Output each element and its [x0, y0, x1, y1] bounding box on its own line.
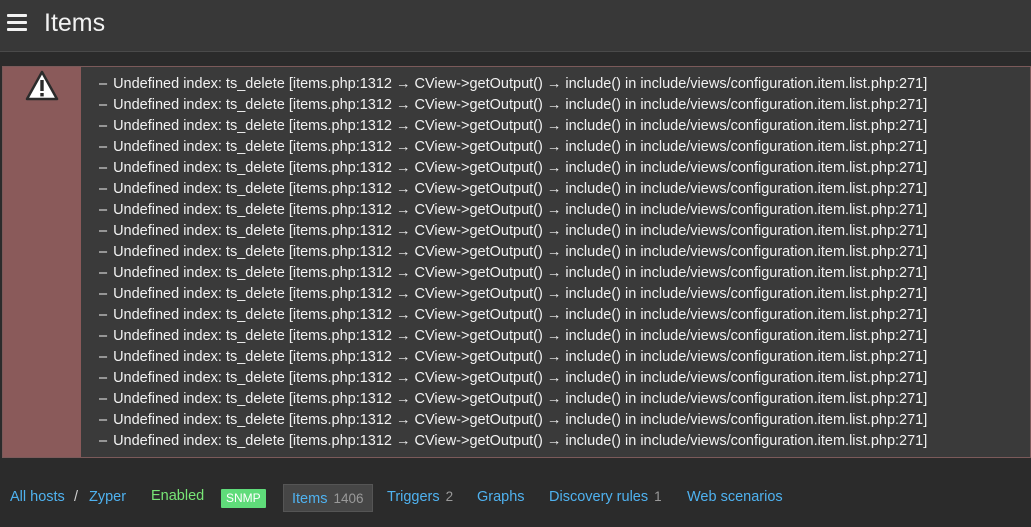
error-message-text: Undefined index: ts_delete [items.php:13… [113, 139, 928, 155]
error-message: – Undefined index: ts_delete [items.php:1… [99, 116, 927, 137]
host-status-enabled[interactable]: Enabled [151, 482, 204, 510]
tab-graphs[interactable]: Graphs [477, 483, 525, 511]
error-message-text: Undefined index: ts_delete [items.php:13… [113, 370, 928, 386]
error-bullet: – [99, 223, 108, 239]
error-message-text: Undefined index: ts_delete [items.php:13… [113, 265, 928, 281]
error-message: – Undefined index: ts_delete [items.php:1… [99, 137, 927, 158]
error-message: – Undefined index: ts_delete [items.php:1… [99, 284, 927, 305]
error-message: – Undefined index: ts_delete [items.php:1… [99, 305, 927, 326]
error-message-text: Undefined index: ts_delete [items.php:13… [113, 76, 928, 92]
error-message-text: Undefined index: ts_delete [items.php:13… [113, 307, 928, 323]
error-bullet: – [99, 118, 108, 134]
tab-discovery-rules[interactable]: Discovery rules 1 [549, 483, 662, 511]
error-bullet: – [99, 160, 108, 176]
error-message: – Undefined index: ts_delete [items.php:1… [99, 410, 927, 431]
breadcrumb-separator: / [74, 489, 79, 505]
error-message-text: Undefined index: ts_delete [items.php:13… [113, 97, 928, 113]
error-message-box: – Undefined index: ts_delete [items.php:1… [2, 66, 1031, 458]
error-bullet: – [99, 76, 108, 92]
error-message: – Undefined index: ts_delete [items.php:1… [99, 347, 927, 368]
error-message-text: Undefined index: ts_delete [items.php:13… [113, 286, 928, 302]
error-bullet: – [99, 181, 108, 197]
tab-discovery-count: 1 [654, 489, 662, 504]
error-bullet: – [99, 202, 108, 218]
error-bullet: – [99, 97, 108, 113]
error-message: – Undefined index: ts_delete [items.php:1… [99, 242, 927, 263]
error-message-text: Undefined index: ts_delete [items.php:13… [113, 433, 928, 449]
error-message-text: Undefined index: ts_delete [items.php:13… [113, 181, 928, 197]
error-message-text: Undefined index: ts_delete [items.php:13… [113, 412, 928, 428]
tab-triggers-count: 2 [445, 489, 454, 504]
warning-triangle-icon [25, 70, 59, 101]
error-bullet: – [99, 328, 108, 344]
error-message-text: Undefined index: ts_delete [items.php:13… [113, 118, 928, 134]
error-bullet: – [99, 307, 108, 323]
error-bullet: – [99, 139, 108, 155]
error-bullet: – [99, 370, 108, 386]
error-message: – Undefined index: ts_delete [items.php:1… [99, 389, 927, 410]
page-header: Items [0, 0, 1031, 52]
error-message: – Undefined index: ts_delete [items.php:1… [99, 179, 927, 200]
error-message-text: Undefined index: ts_delete [items.php:13… [113, 160, 928, 176]
error-message-list: – Undefined index: ts_delete [items.php:1… [99, 74, 927, 452]
error-message-text: Undefined index: ts_delete [items.php:13… [113, 391, 928, 407]
tab-triggers-label: Triggers [387, 489, 440, 505]
error-message: – Undefined index: ts_delete [items.php:1… [99, 74, 927, 95]
tab-triggers[interactable]: Triggers 2 [387, 483, 453, 511]
error-bullet: – [99, 433, 108, 449]
tab-items[interactable]: Items 1406 [283, 484, 373, 512]
tab-items-label: Items [292, 491, 328, 507]
tab-items-count: 1406 [333, 491, 364, 506]
error-bullet: – [99, 265, 108, 281]
breadcrumb-host[interactable]: Zyper [89, 483, 126, 511]
error-bullet: – [99, 391, 108, 407]
error-bullet: – [99, 349, 108, 365]
tab-web-scenarios[interactable]: Web scenarios [687, 483, 783, 511]
error-message-text: Undefined index: ts_delete [items.php:13… [113, 328, 928, 344]
snmp-availability-badge: SNMP [221, 489, 266, 508]
error-message-text: Undefined index: ts_delete [items.php:13… [113, 202, 928, 218]
error-message: – Undefined index: ts_delete [items.php:1… [99, 326, 927, 347]
tab-discovery-label: Discovery rules [549, 489, 649, 505]
error-message-text: Undefined index: ts_delete [items.php:13… [113, 349, 928, 365]
hamburger-menu-icon[interactable] [7, 14, 27, 32]
error-message: – Undefined index: ts_delete [items.php:1… [99, 431, 927, 452]
error-message-text: Undefined index: ts_delete [items.php:13… [113, 223, 928, 239]
error-sidebar [3, 67, 81, 457]
error-bullet: – [99, 244, 108, 260]
error-message: – Undefined index: ts_delete [items.php:1… [99, 95, 927, 116]
error-message-text: Undefined index: ts_delete [items.php:13… [113, 244, 928, 260]
host-navigation: All hosts / Zyper Enabled SNMP Items 140… [0, 483, 1031, 513]
error-bullet: – [99, 286, 108, 302]
error-message: – Undefined index: ts_delete [items.php:1… [99, 263, 927, 284]
error-message: – Undefined index: ts_delete [items.php:1… [99, 221, 927, 242]
page-title: Items [44, 9, 106, 37]
breadcrumb-all-hosts[interactable]: All hosts [10, 483, 65, 511]
error-message: – Undefined index: ts_delete [items.php:1… [99, 368, 927, 389]
error-message: – Undefined index: ts_delete [items.php:1… [99, 200, 927, 221]
error-bullet: – [99, 412, 108, 428]
error-message: – Undefined index: ts_delete [items.php:1… [99, 158, 927, 179]
